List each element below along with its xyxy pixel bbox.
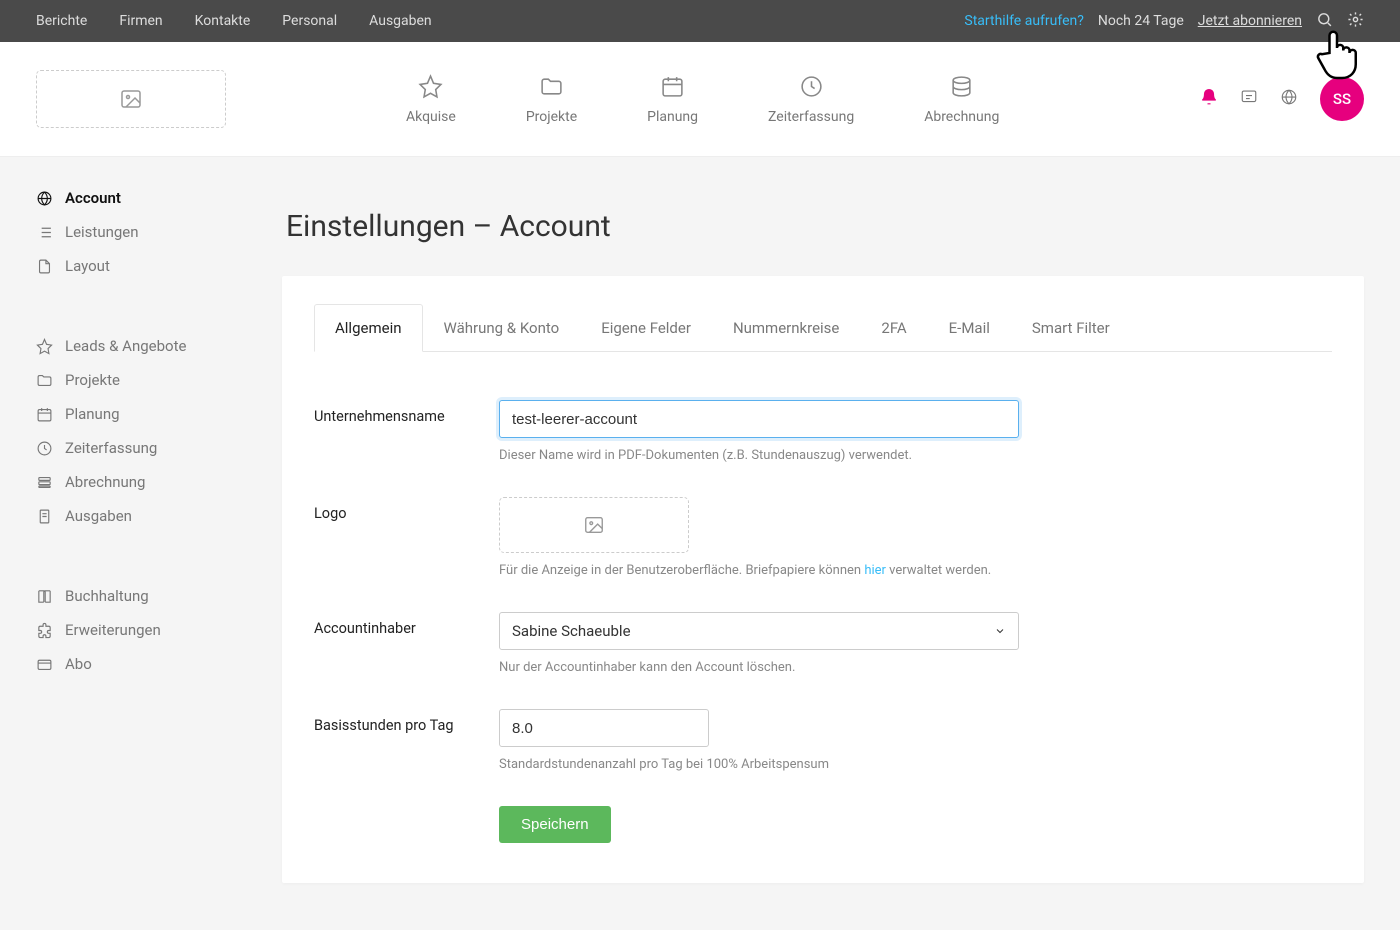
list-icon bbox=[36, 224, 53, 241]
chevron-down-icon bbox=[994, 625, 1006, 637]
label-company: Unternehmensname bbox=[314, 400, 499, 463]
tab-e-mail[interactable]: E-Mail bbox=[928, 304, 1011, 352]
star-icon bbox=[418, 74, 443, 99]
base-hours-input[interactable] bbox=[499, 709, 709, 747]
sidebar-item-abo[interactable]: Abo bbox=[36, 647, 282, 681]
label-hours: Basisstunden pro Tag bbox=[314, 709, 499, 772]
tab-nummernkreise[interactable]: Nummernkreise bbox=[712, 304, 860, 352]
search-icon[interactable] bbox=[1316, 11, 1333, 32]
page-title: Einstellungen – Account bbox=[286, 209, 1364, 244]
sidebar-item-leistungen[interactable]: Leistungen bbox=[36, 215, 282, 249]
label-logo: Logo bbox=[314, 497, 499, 578]
card-icon bbox=[36, 656, 53, 673]
topbar-link-firmen[interactable]: Firmen bbox=[119, 13, 162, 29]
tab--fa[interactable]: 2FA bbox=[860, 304, 927, 352]
stack-icon bbox=[36, 474, 53, 491]
topbar-link-berichte[interactable]: Berichte bbox=[36, 13, 87, 29]
chat-icon[interactable] bbox=[1240, 88, 1258, 110]
topbar-link-personal[interactable]: Personal bbox=[282, 13, 337, 29]
sidebar-item-ausgaben[interactable]: Ausgaben bbox=[36, 499, 282, 533]
company-name-input[interactable] bbox=[499, 400, 1019, 438]
start-help-link[interactable]: Starthilfe aufrufen? bbox=[964, 13, 1083, 29]
sidebar-item-zeiterfassung[interactable]: Zeiterfassung bbox=[36, 431, 282, 465]
help-logo: Für die Anzeige in der Benutzeroberfläch… bbox=[499, 563, 1059, 578]
tab-smart-filter[interactable]: Smart Filter bbox=[1011, 304, 1131, 352]
sidebar-item-leads-angebote[interactable]: Leads & Angebote bbox=[36, 329, 282, 363]
receipt-icon bbox=[36, 508, 53, 525]
save-button[interactable]: Speichern bbox=[499, 806, 611, 843]
logo-upload[interactable] bbox=[499, 497, 689, 553]
tab-eigene-felder[interactable]: Eigene Felder bbox=[580, 304, 712, 352]
tab-allgemein[interactable]: Allgemein bbox=[314, 304, 423, 352]
help-hours: Standardstundenanzahl pro Tag bei 100% A… bbox=[499, 757, 1059, 772]
nav-zeiterfassung[interactable]: Zeiterfassung bbox=[768, 74, 854, 125]
logo-help-link[interactable]: hier bbox=[864, 563, 886, 578]
sidebar-item-planung[interactable]: Planung bbox=[36, 397, 282, 431]
topbar: Berichte Firmen Kontakte Personal Ausgaben S… bbox=[0, 0, 1400, 42]
avatar[interactable]: SS bbox=[1320, 77, 1364, 121]
clock-icon bbox=[36, 440, 53, 457]
nav-akquise[interactable]: Akquise bbox=[406, 74, 456, 125]
nav-planung[interactable]: Planung bbox=[647, 74, 698, 125]
bell-icon[interactable] bbox=[1200, 88, 1218, 110]
settings-sidebar: AccountLeistungenLayoutLeads & AngeboteP… bbox=[0, 157, 282, 930]
header-logo-placeholder[interactable] bbox=[36, 70, 226, 128]
header: Akquise Projekte Planung Zeiterfassung Abrec… bbox=[0, 42, 1400, 157]
help-company: Dieser Name wird in PDF-Dokumenten (z.B.… bbox=[499, 448, 1059, 463]
label-owner: Accountinhaber bbox=[314, 612, 499, 675]
trial-days: Noch 24 Tage bbox=[1098, 13, 1184, 29]
star-icon bbox=[36, 338, 53, 355]
calendar-icon bbox=[36, 406, 53, 423]
book-icon bbox=[36, 588, 53, 605]
tabs: AllgemeinWährung & KontoEigene FelderNum… bbox=[314, 304, 1332, 352]
calendar-icon bbox=[660, 74, 685, 99]
tab-w-hrung-konto[interactable]: Währung & Konto bbox=[423, 304, 581, 352]
gear-icon[interactable] bbox=[1347, 11, 1364, 32]
settings-card: AllgemeinWährung & KontoEigene FelderNum… bbox=[282, 276, 1364, 883]
subscribe-link[interactable]: Jetzt abonnieren bbox=[1198, 13, 1302, 29]
topbar-link-ausgaben[interactable]: Ausgaben bbox=[369, 13, 432, 29]
folder-icon bbox=[36, 372, 53, 389]
sidebar-item-layout[interactable]: Layout bbox=[36, 249, 282, 283]
database-icon bbox=[949, 74, 974, 99]
owner-select[interactable]: Sabine Schaeuble bbox=[499, 612, 1019, 650]
puzzle-icon bbox=[36, 622, 53, 639]
globe-icon bbox=[36, 190, 53, 207]
globe-icon[interactable] bbox=[1280, 88, 1298, 110]
sidebar-item-abrechnung[interactable]: Abrechnung bbox=[36, 465, 282, 499]
file-icon bbox=[36, 258, 53, 275]
sidebar-item-account[interactable]: Account bbox=[36, 181, 282, 215]
image-icon bbox=[581, 514, 607, 536]
nav-projekte[interactable]: Projekte bbox=[526, 74, 577, 125]
clock-icon bbox=[799, 74, 824, 99]
folder-icon bbox=[539, 74, 564, 99]
sidebar-item-projekte[interactable]: Projekte bbox=[36, 363, 282, 397]
nav-abrechnung[interactable]: Abrechnung bbox=[924, 74, 999, 125]
sidebar-item-erweiterungen[interactable]: Erweiterungen bbox=[36, 613, 282, 647]
sidebar-item-buchhaltung[interactable]: Buchhaltung bbox=[36, 579, 282, 613]
image-icon bbox=[117, 87, 145, 111]
help-owner: Nur der Accountinhaber kann den Account … bbox=[499, 660, 1059, 675]
topbar-link-kontakte[interactable]: Kontakte bbox=[195, 13, 251, 29]
